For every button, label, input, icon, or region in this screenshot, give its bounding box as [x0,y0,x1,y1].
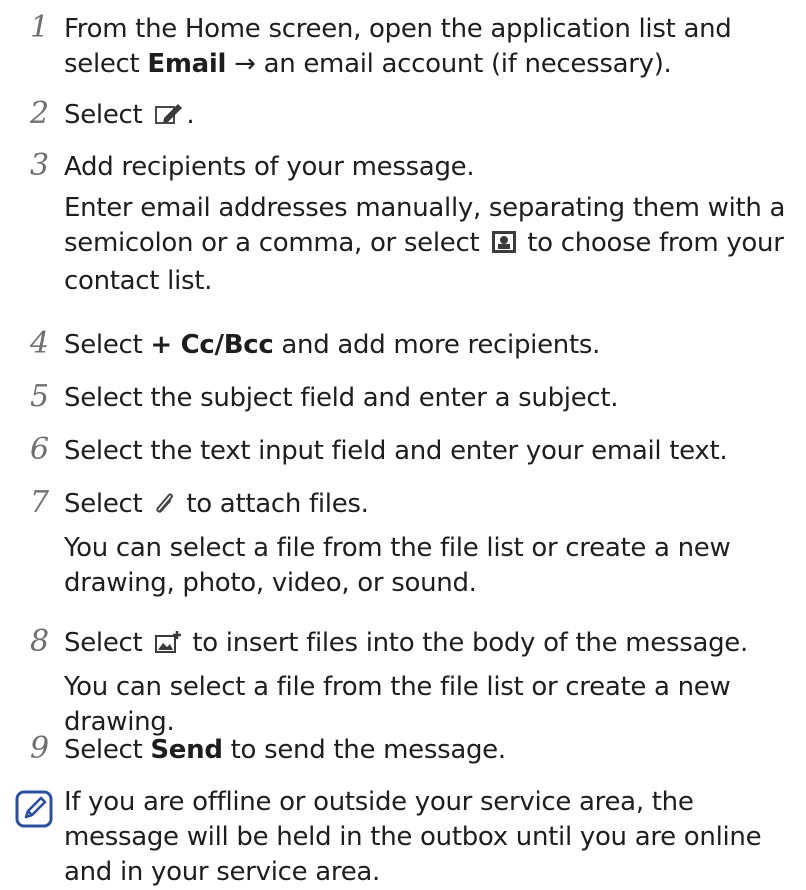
step-number: 6 [30,432,50,467]
compose-icon [154,101,184,136]
send-label: Send [150,735,223,765]
step-number: 1 [30,10,50,45]
instructions-page: 1 From the Home screen, open the applica… [0,0,806,890]
step-text: From the Home screen, open the applicati… [64,14,732,79]
step-text: Select to insert files into the body of … [64,628,748,737]
contacts-icon [491,229,517,264]
step-text: Select the text input field and enter yo… [64,436,728,466]
note-text: If you are offline or outside your servi… [64,787,762,887]
step-text: Select to attach files. You can select a… [64,489,731,598]
step-number: 9 [30,731,50,766]
cc-bcc-label: + Cc/Bcc [150,330,274,360]
note-icon [14,789,54,833]
step-number: 2 [30,96,50,131]
step-number: 5 [30,379,50,414]
step-number: 7 [30,485,50,520]
step-text: Select + Cc/Bcc and add more recipients. [64,330,601,360]
step-number: 8 [30,624,50,659]
menu-item-email: Email [147,49,227,79]
step-text: Add recipients of your message. Enter em… [64,152,786,296]
step-number: 3 [30,148,50,183]
step-number: 4 [30,326,50,361]
step-text: Select . [64,98,799,136]
insert-image-icon [154,629,182,664]
step-text: Select the subject field and enter a sub… [64,383,619,413]
attach-icon [154,490,176,525]
step-text: Select Send to send the message. [64,735,506,765]
